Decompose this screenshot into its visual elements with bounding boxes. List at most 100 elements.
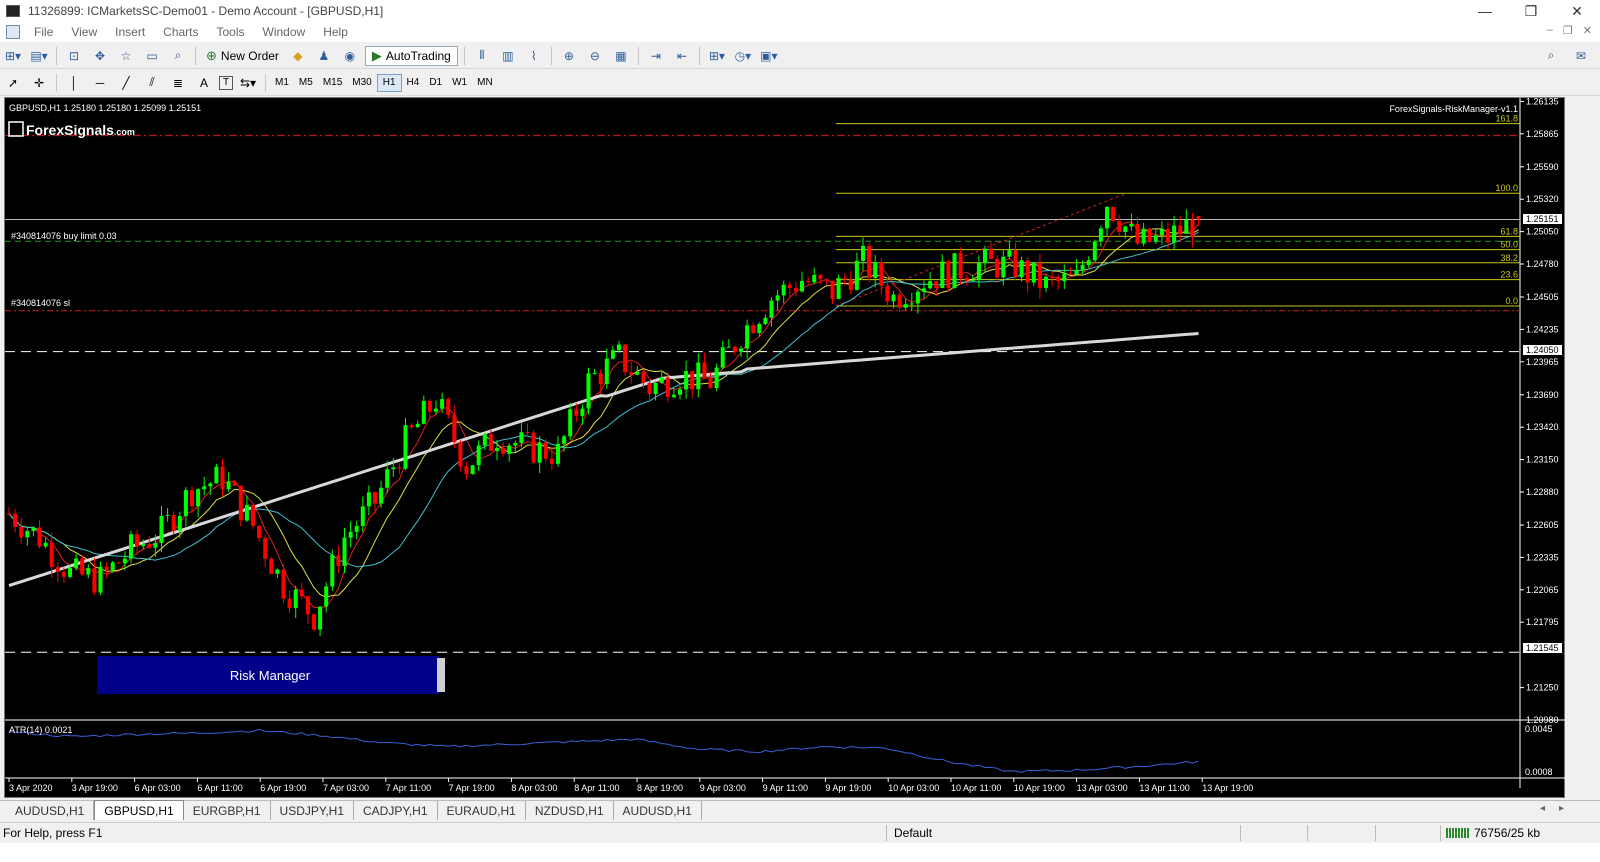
candle-body [1068,273,1073,275]
candlestick-icon[interactable]: ▥ [497,46,519,66]
candle-body [1153,235,1158,242]
minimize-button[interactable]: — [1462,0,1508,22]
candle-body [604,358,609,385]
tab-audusd-h1-2[interactable]: AUDUSD,H1 [614,801,702,820]
signals-icon[interactable]: ◉ [339,46,361,66]
status-bar: For Help, press F1 Default 76756/25 kb [0,822,1600,842]
candle-body [226,481,231,490]
mdi-close-button[interactable]: ✕ [1583,24,1592,37]
tab-cadjpy-h1[interactable]: CADJPY,H1 [354,801,438,820]
zoom-out-icon[interactable]: ⊖ [584,46,606,66]
candle-body [92,568,97,593]
auto-trading-button[interactable]: ▶ AutoTrading [364,45,458,66]
tab-usdjpy-h1[interactable]: USDJPY,H1 [271,801,355,820]
zoom-in-icon[interactable]: ⊕ [558,46,580,66]
time-tick-label: 9 Apr 11:00 [763,783,808,793]
menu-insert[interactable]: Insert [107,25,155,39]
mdi-restore-button[interactable]: ❐ [1563,24,1573,37]
tab-eurgbp-h1[interactable]: EURGBP,H1 [184,801,271,820]
strategy-tester-icon[interactable]: ⌕ [167,46,189,66]
horizontal-line-icon[interactable]: ─ [89,73,111,93]
timeframe-m1[interactable]: M1 [270,74,294,92]
candle-body [1074,269,1079,275]
candle-body [49,542,54,568]
line-chart-icon[interactable]: ⌇ [523,46,545,66]
profiles-icon[interactable]: ▤▾ [28,46,50,66]
vertical-line-icon[interactable]: │ [63,73,85,93]
chart-shift-icon[interactable]: ⇤ [671,46,693,66]
candle-body [543,442,548,459]
brand-name: ForexSignals [26,122,114,138]
chart-window[interactable]: 161.8 100.0 61.8 50.0 38.2 23.6 0.0 1.26135 1.2… [4,97,1566,799]
candle-body [678,389,682,395]
timeframe-mn[interactable]: MN [472,74,498,92]
menu-tools[interactable]: Tools [209,25,255,39]
new-order-button[interactable]: ⊕ New Order [202,46,283,66]
search-icon[interactable]: ⌕ [1540,46,1562,66]
arrows-icon[interactable]: ⇆▾ [237,73,259,93]
text-label-tool[interactable]: T [219,75,233,90]
bar-chart-icon[interactable]: ⫴ [471,46,493,66]
tab-audusd-h1[interactable]: AUDUSD,H1 [6,801,95,820]
candle-body [891,294,896,302]
candle-body [513,443,518,446]
timeframe-m5[interactable]: M5 [294,74,318,92]
timeframe-d1[interactable]: D1 [424,74,447,92]
restore-button[interactable]: ❐ [1508,0,1554,22]
candle-body [903,304,908,308]
vps-icon[interactable]: ♟ [313,46,335,66]
price-chart[interactable]: 161.8 100.0 61.8 50.0 38.2 23.6 0.0 1.26135 1.2… [5,98,1566,799]
close-button[interactable]: ✕ [1554,0,1600,22]
cursor-icon[interactable]: ➚ [2,73,24,93]
timeframe-w1[interactable]: W1 [447,74,472,92]
status-profile[interactable]: Default [894,826,932,840]
tab-nzdusd-h1[interactable]: NZDUSD,H1 [526,801,614,820]
fibonacci-icon[interactable]: ≣ [167,73,189,93]
terminal-icon[interactable]: ▭ [141,46,163,66]
mdi-minimize-button[interactable]: – [1547,24,1553,37]
candle-body [458,441,463,467]
candle-body [1025,260,1030,283]
time-tick-label: 8 Apr 03:00 [511,783,557,793]
price-tick-label: 1.23420 [1526,422,1559,432]
tab-gbpusd-h1[interactable]: GBPUSD,H1 [94,800,184,820]
atr-scale-top: 0.0045 [1525,724,1553,734]
tile-windows-icon[interactable]: ▦ [610,46,632,66]
menu-help[interactable]: Help [315,25,358,39]
trendline-icon[interactable]: ╱ [115,73,137,93]
candle-body [1196,216,1201,220]
metaeditor-icon[interactable]: ◆ [287,46,309,66]
text-tool[interactable]: A [193,73,215,93]
timeframe-m30[interactable]: M30 [347,74,376,92]
chat-icon[interactable]: ✉ [1570,46,1592,66]
data-window-icon[interactable]: ✥ [89,46,111,66]
indicators-icon[interactable]: ⊞▾ [706,46,728,66]
candle-body [482,434,487,446]
new-chart-icon[interactable]: ⊞▾ [2,46,24,66]
time-tick-label: 3 Apr 19:00 [72,783,118,793]
menu-window[interactable]: Window [255,25,316,39]
price-tick-label: 1.25050 [1526,227,1559,237]
channel-icon[interactable]: ⫽ [141,73,163,93]
timeframe-h4[interactable]: H4 [402,74,425,92]
market-watch-icon[interactable]: ⊡ [63,46,85,66]
risk-manager-handle[interactable] [437,658,445,692]
timeframe-h1[interactable]: H1 [376,73,402,92]
crosshair-icon[interactable]: ✛ [28,73,50,93]
menu-file[interactable]: File [26,25,63,39]
menu-charts[interactable]: Charts [155,25,208,39]
candle-body [116,562,121,564]
tab-scroll-arrows[interactable]: ◂▸ [1540,803,1578,814]
candle-body [562,436,567,444]
navigator-icon[interactable]: ☆ [115,46,137,66]
timeframe-m15[interactable]: M15 [318,74,347,92]
templates-icon[interactable]: ▣▾ [758,46,780,66]
menu-view[interactable]: View [63,25,107,39]
tab-euraud-h1[interactable]: EURAUD,H1 [438,801,526,820]
candle-body [897,294,902,308]
candle-body [1007,250,1012,257]
candle-body [549,458,554,464]
forexsignals-logo-icon [8,121,24,137]
auto-scroll-icon[interactable]: ⇥ [645,46,667,66]
periods-icon[interactable]: ◷▾ [732,46,754,66]
